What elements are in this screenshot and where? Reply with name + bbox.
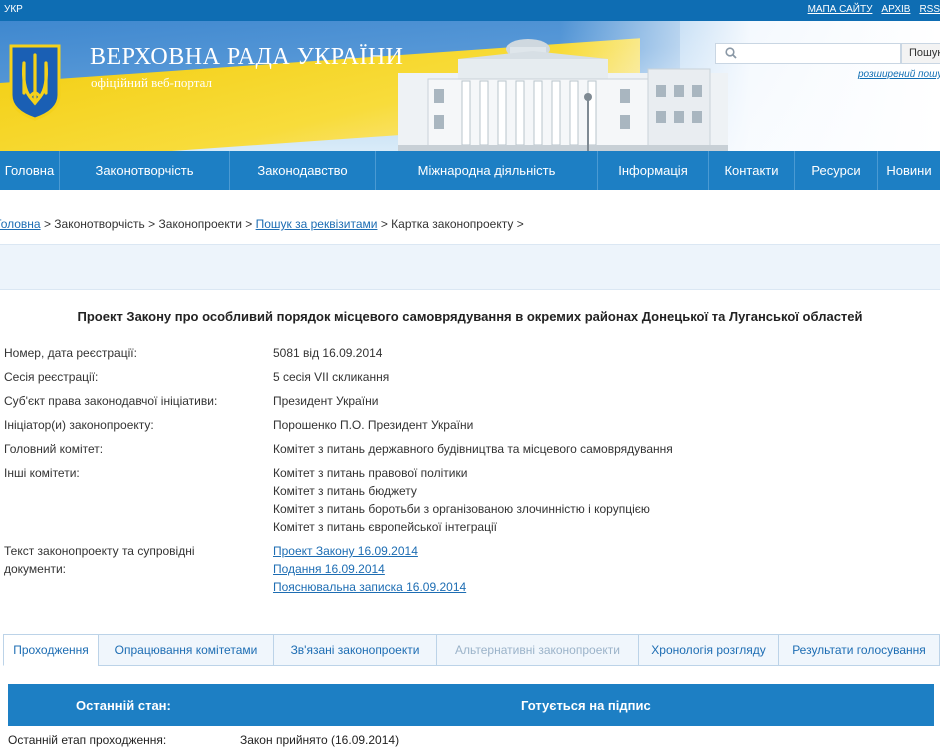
breadcrumb-separator: > xyxy=(148,217,156,231)
documents-list: Проект Закону 16.09.2014 Подання 16.09.2… xyxy=(273,542,466,596)
breadcrumb-separator: > xyxy=(516,217,524,231)
advanced-search-link[interactable]: розширений пошук xyxy=(858,69,940,80)
tab-voting-results[interactable]: Результати голосування xyxy=(778,634,940,666)
breadcrumb-separator: > xyxy=(380,217,388,231)
breadcrumb-home[interactable]: Головна xyxy=(0,217,41,231)
tab-committee-processing[interactable]: Опрацювання комітетами xyxy=(98,634,273,666)
last-status-value: Готується на підпис xyxy=(521,698,651,713)
tab-alternative-bills: Альтернативні законопроекти xyxy=(436,634,638,666)
field-value-initiative-subject: Президент України xyxy=(273,394,379,408)
tab-review-chronology[interactable]: Хронологія розгляду xyxy=(638,634,778,666)
bill-tabs: Проходження Опрацювання комітетами Зв'яз… xyxy=(3,634,940,666)
committee-item: Комітет з питань бюджету xyxy=(273,484,417,498)
nav-item-information[interactable]: Інформація xyxy=(598,151,709,190)
field-label-session: Сесія реєстрації: xyxy=(4,370,99,384)
nav-item-contacts[interactable]: Контакти xyxy=(709,151,795,190)
search-icon xyxy=(725,47,737,59)
coat-of-arms-icon[interactable] xyxy=(8,43,62,121)
field-value-registration: 5081 від 16.09.2014 xyxy=(273,346,383,360)
last-stage-value: Закон прийнято (16.09.2014) xyxy=(240,733,400,747)
search-button[interactable]: Пошук xyxy=(901,43,940,64)
field-value-session: 5 сесія VII скликання xyxy=(273,370,390,384)
other-committees-list: Комітет з питань правової політики Коміт… xyxy=(273,464,650,536)
nav-item-home[interactable]: Головна xyxy=(0,151,60,190)
documents-label-line: документи: xyxy=(4,562,67,576)
field-label-other-committees: Інші комітети: xyxy=(4,466,80,480)
field-label-initiator: Ініціатор(и) законопроекту: xyxy=(4,418,154,432)
last-status-bar: Останній стан: Готується на підпис xyxy=(8,684,934,726)
sitemap-link[interactable]: МАПА САЙТУ xyxy=(808,4,873,15)
documents-label-line: Текст законопроекту та супровідні xyxy=(4,544,195,558)
breadcrumb-search[interactable]: Пошук за реквізитами xyxy=(256,217,378,231)
search-input[interactable] xyxy=(715,43,901,64)
archive-link[interactable]: АРХІВ xyxy=(881,4,910,15)
breadcrumb: Головна > Законотворчість > Законопроект… xyxy=(0,217,524,231)
breadcrumb-bills: Законопроекти xyxy=(158,217,242,231)
field-value-initiator: Порошенко П.О. Президент України xyxy=(273,418,474,432)
utility-links: МАПА САЙТУ АРХІВ RSS xyxy=(808,4,940,15)
tab-related-bills[interactable]: Зв'язані законопроекти xyxy=(273,634,436,666)
field-label-main-committee: Головний комітет: xyxy=(4,442,104,456)
nav-item-lawmaking[interactable]: Законотворчість xyxy=(60,151,230,190)
nav-item-resources[interactable]: Ресурси xyxy=(795,151,878,190)
document-link-submission[interactable]: Подання 16.09.2014 xyxy=(273,560,466,578)
breadcrumb-card: Картка законопроекту xyxy=(391,217,514,231)
info-strip xyxy=(0,244,940,290)
bill-title: Проект Закону про особливий порядок місц… xyxy=(77,309,863,324)
site-subtitle: офіційний веб-портал xyxy=(91,75,212,90)
language-switch[interactable]: УКР xyxy=(4,4,23,15)
breadcrumb-separator: > xyxy=(43,217,51,231)
committee-item: Комітет з питань європейської інтеграції xyxy=(273,520,497,534)
nav-item-news[interactable]: Новини xyxy=(878,151,940,190)
nav-item-legislation[interactable]: Законодавство xyxy=(230,151,376,190)
top-utility-bar: УКР МАПА САЙТУ АРХІВ RSS xyxy=(0,0,940,21)
rss-link[interactable]: RSS xyxy=(919,4,940,15)
site-title[interactable]: ВЕРХОВНА РАДА УКРАЇНИ xyxy=(90,44,404,71)
field-label-initiative-subject: Суб'єкт права законодавчої ініціативи: xyxy=(4,394,218,408)
last-stage-label: Останній етап проходження: xyxy=(8,733,167,747)
document-link-explanatory-note[interactable]: Пояснювальна записка 16.09.2014 xyxy=(273,578,466,596)
field-label-registration: Номер, дата реєстрації: xyxy=(4,346,137,360)
committee-item: Комітет з питань боротьби з організовано… xyxy=(273,502,650,516)
committee-item: Комітет з питань правової політики xyxy=(273,466,468,480)
last-status-label: Останній стан: xyxy=(76,698,171,713)
tab-progress[interactable]: Проходження xyxy=(3,634,98,666)
main-navigation: Головна Законотворчість Законодавство Мі… xyxy=(0,151,940,190)
document-link-bill-text[interactable]: Проект Закону 16.09.2014 xyxy=(273,542,466,560)
field-value-main-committee: Комітет з питань державного будівництва … xyxy=(273,442,673,456)
field-label-documents: Текст законопроекту та супровідні докуме… xyxy=(4,542,195,578)
parliament-building-icon xyxy=(398,39,728,151)
breadcrumb-lawmaking: Законотворчість xyxy=(54,217,145,231)
breadcrumb-separator: > xyxy=(245,217,253,231)
nav-item-international[interactable]: Міжнародна діяльність xyxy=(376,151,598,190)
header-banner: ВЕРХОВНА РАДА УКРАЇНИ офіційний веб-порт… xyxy=(0,21,940,151)
